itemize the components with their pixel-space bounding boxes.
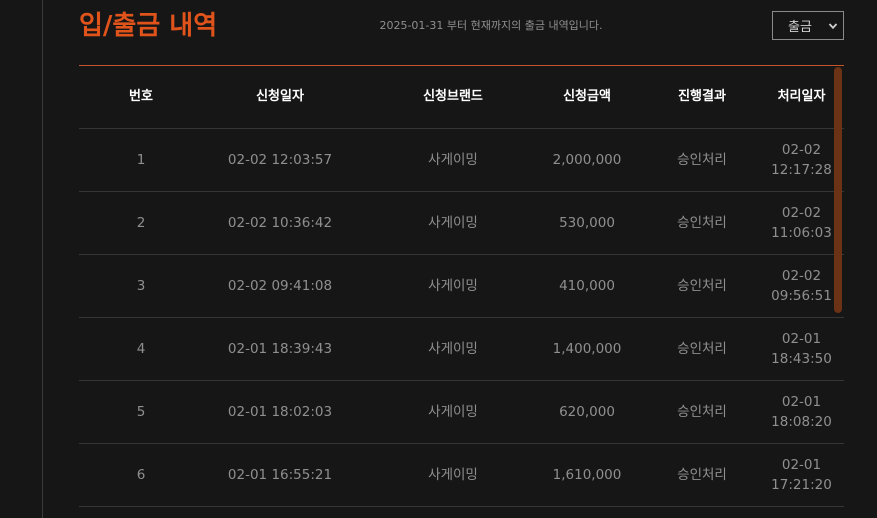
row-processed: 02-01 18:08:20 [759,381,844,443]
row-processed: 02-02 09:56:51 [759,255,844,317]
row-processed: 02-02 11:06:03 [759,192,844,254]
row-processed-date: 02-02 [781,205,822,221]
row-processed: 02-01 18:43:50 [759,318,844,380]
row-no: 6 [136,467,146,483]
row-no: 1 [136,152,146,168]
row-brand: 사게이밍 [428,278,478,294]
row-processed: 02-01 17:21:20 [759,444,844,506]
column-header-brand: 신청브랜드 [423,89,483,104]
row-result: 승인처리 [677,341,727,357]
row-processed: 02-02 12:17:28 [759,129,844,191]
row-processed-date: 02-01 [781,394,822,410]
table-row: 6 02-01 16:55:21 사게이밍 1,610,000 승인처리 02-… [79,444,844,507]
table-scrollbar-thumb[interactable] [834,67,842,313]
row-processed-time: 09:56:51 [771,288,832,304]
column-header-date: 신청일자 [256,89,304,104]
column-header-processed: 처리일자 [777,89,826,104]
row-processed-time: 18:43:50 [771,351,832,367]
row-processed-time: 18:08:20 [771,414,832,430]
column-header-no: 번호 [129,89,153,104]
row-result: 승인처리 [677,152,727,168]
column-header-amount: 신청금액 [563,89,611,104]
row-brand: 사게이밍 [428,467,478,483]
withdrawal-history-page: 입/출금 내역 2025-01-31 부터 현재까지의 출금 내역입니다. 출금… [0,0,877,518]
table-row: 5 02-01 18:02:03 사게이밍 620,000 승인처리 02-01… [79,381,844,444]
left-divider [42,0,43,518]
row-amount: 1,400,000 [552,341,622,357]
row-processed-date: 02-01 [781,457,822,473]
row-request-date: 02-01 16:55:21 [227,467,333,483]
table-row: 4 02-01 18:39:43 사게이밍 1,400,000 승인처리 02-… [79,318,844,381]
table-header-row: 번호 신청일자 신청브랜드 신청금액 진행결과 처리일자 [79,66,844,129]
row-request-date: 02-01 18:02:03 [227,404,333,420]
row-amount: 530,000 [559,215,615,231]
row-brand: 사게이밍 [428,404,478,420]
row-processed-time: 12:17:28 [771,162,832,178]
row-brand: 사게이밍 [428,341,478,357]
row-request-date: 02-01 18:39:43 [227,341,333,357]
row-no: 3 [136,278,146,294]
row-processed-date: 02-01 [781,331,822,347]
row-processed-date: 02-02 [781,142,822,158]
row-request-date: 02-02 09:41:08 [227,278,333,294]
transaction-type-value: 출금 [788,20,812,35]
chevron-down-icon [828,23,838,30]
row-result: 승인처리 [677,278,727,294]
row-amount: 2,000,000 [552,152,622,168]
row-result: 승인처리 [677,404,727,420]
row-result: 승인처리 [677,467,727,483]
table-row: 1 02-02 12:03:57 사게이밍 2,000,000 승인처리 02-… [79,129,844,192]
row-processed-time: 11:06:03 [771,225,832,241]
row-processed-time: 17:21:20 [771,477,832,493]
row-amount: 410,000 [559,278,615,294]
row-result: 승인처리 [677,215,727,231]
row-no: 4 [136,341,146,357]
row-brand: 사게이밍 [428,215,478,231]
table-row: 3 02-02 09:41:08 사게이밍 410,000 승인처리 02-02… [79,255,844,318]
page-title: 입/출금 내역 [79,11,218,41]
row-amount: 620,000 [559,404,615,420]
transaction-type-select[interactable]: 출금 [772,11,844,40]
table-row: 2 02-02 10:36:42 사게이밍 530,000 승인처리 02-02… [79,192,844,255]
column-header-result: 진행결과 [678,89,726,104]
row-processed-date: 02-02 [781,268,822,284]
row-amount: 1,610,000 [552,467,622,483]
period-notice: 2025-01-31 부터 현재까지의 출금 내역입니다. [379,19,603,32]
row-request-date: 02-02 10:36:42 [227,215,333,231]
row-request-date: 02-02 12:03:57 [227,152,333,168]
row-no: 2 [136,215,146,231]
row-no: 5 [136,404,146,420]
history-table: 번호 신청일자 신청브랜드 신청금액 진행결과 처리일자 1 02-02 12:… [79,65,844,518]
row-brand: 사게이밍 [428,152,478,168]
